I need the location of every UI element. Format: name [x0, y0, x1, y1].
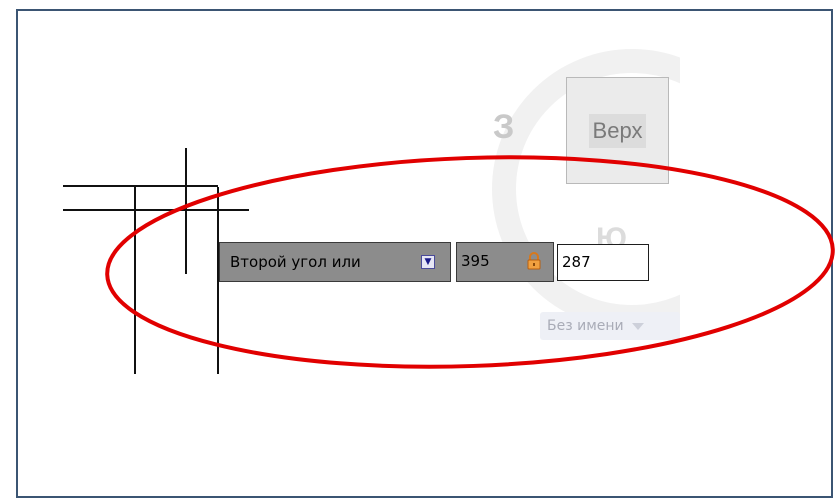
- dynamic-input-prompt: Второй угол или ▼: [219, 242, 451, 282]
- ucs-dropdown[interactable]: Без имени: [540, 312, 680, 340]
- compass-west-label[interactable]: З: [493, 110, 514, 144]
- rectangle-left-edge: [134, 187, 136, 374]
- crosshair-horizontal: [63, 209, 249, 211]
- chevron-down-icon: [631, 322, 644, 330]
- viewcube-face-label: Верх: [588, 113, 647, 148]
- screenshot-frame: З Ю Верх Второй угол или ▼ 395 287 Без и…: [0, 0, 835, 502]
- lock-icon: [527, 252, 541, 270]
- down-arrow-icon[interactable]: ▼: [421, 255, 435, 269]
- rectangle-top-edge: [63, 185, 218, 187]
- ucs-label: Без имени: [547, 318, 624, 334]
- coordinate-x-field[interactable]: 395: [456, 242, 554, 282]
- coordinate-y-value: 287: [562, 253, 591, 271]
- prompt-text: Второй угол или: [230, 253, 361, 271]
- crosshair-vertical: [185, 148, 187, 274]
- coordinate-x-value: 395: [461, 252, 490, 270]
- coordinate-y-field[interactable]: 287: [557, 244, 649, 281]
- viewcube-top-face[interactable]: Верх: [566, 77, 669, 184]
